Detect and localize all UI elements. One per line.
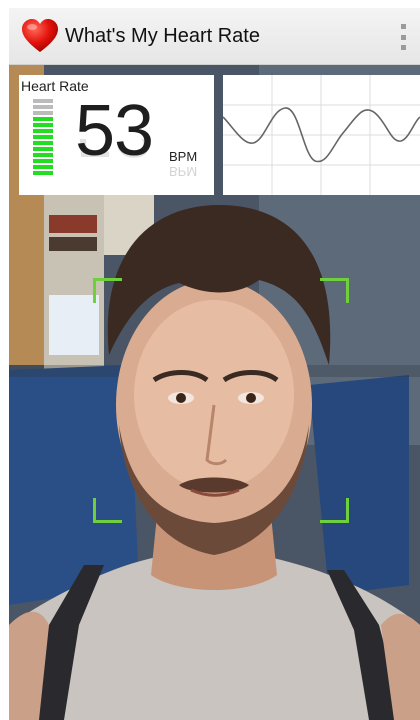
action-bar: What's My Heart Rate (9, 8, 420, 65)
heart-icon (22, 19, 58, 52)
overflow-menu-icon[interactable] (396, 24, 410, 50)
heart-rate-panel: Heart Rate 53 53 BPM BPM (19, 75, 214, 195)
signal-meter-segment (33, 99, 53, 103)
signal-meter-segment (33, 159, 53, 163)
signal-meter-segment (33, 105, 53, 109)
signal-meter-segment (33, 141, 53, 145)
pulse-waveform-panel (223, 75, 420, 195)
face-frame-bottom-left (93, 498, 122, 523)
signal-meter (33, 99, 53, 177)
signal-meter-segment (33, 165, 53, 169)
bpm-value-reflection: 53 (75, 139, 153, 167)
signal-meter-segment (33, 147, 53, 151)
bpm-unit: BPM (169, 149, 198, 164)
face-frame-bottom-right (320, 498, 349, 523)
signal-meter-segment (33, 153, 53, 157)
signal-meter-segment (33, 117, 53, 121)
signal-meter-segment (33, 129, 53, 133)
app-screen: What's My Heart Rate Heart Rate 53 BPM B… (9, 8, 420, 720)
signal-meter-segment (33, 135, 53, 139)
signal-meter-segment (33, 111, 53, 115)
app-title: What's My Heart Rate (65, 24, 260, 47)
signal-meter-segment (33, 171, 53, 175)
bpm-unit-reflection: BPM (169, 164, 198, 179)
pulse-waveform (223, 75, 420, 195)
signal-meter-segment (33, 123, 53, 127)
face-frame-top-right (320, 278, 349, 303)
face-frame-top-left (93, 278, 122, 303)
